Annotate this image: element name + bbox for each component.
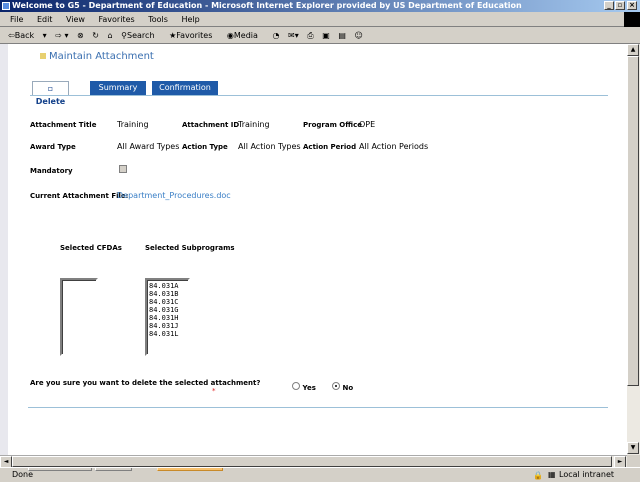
radio-yes-label: Yes [302,384,316,392]
attachment-file-label: Current Attachment File: [30,192,129,200]
attachment-id-label: Attachment ID [182,121,240,129]
page-heading: Maintain Attachment [40,51,154,62]
menu-favorites[interactable]: Favorites [99,15,135,24]
mandatory-checkbox[interactable] [119,165,127,173]
vertical-scrollbar[interactable]: ▲ ▼ [627,44,640,455]
status-text: Done [12,470,34,479]
menu-file[interactable]: File [10,15,23,24]
delete-confirm-question: Are you sure you want to delete the sele… [30,379,261,387]
ie-icon [2,2,10,10]
list-item[interactable]: 84.031A [149,282,186,290]
program-office-label: Program Office [303,121,362,129]
title-bar: Welcome to G5 - Department of Education … [0,0,640,12]
radio-no-label: No [342,384,354,392]
minimize-button[interactable]: _ [604,1,614,10]
favorites-label: Favorites [176,31,213,40]
tab-confirmation[interactable]: Confirmation [152,81,218,95]
lock-icon: 🔒 [533,471,543,480]
scroll-thumb[interactable] [627,56,639,386]
radio-yes-button[interactable] [292,382,300,390]
print-icon[interactable]: ⎙ [307,31,313,40]
list-item[interactable]: 84.031L [149,330,186,338]
attachment-id-value: Training [238,120,270,129]
action-type-label: Action Type [182,143,228,151]
action-period-label: Action Period [303,143,357,151]
home-icon[interactable]: ⌂ [108,31,113,40]
action-type-value: All Action Types [238,142,301,151]
tab-delete-label: Delete [35,97,66,106]
back-label: Back [14,31,35,40]
media-label: Media [233,31,258,40]
scroll-up-icon[interactable]: ▲ [627,44,639,56]
edit-icon[interactable]: ▣ [322,31,330,40]
required-marker: * [212,387,216,395]
cfdas-listbox[interactable] [60,278,98,356]
search-label: Search [127,31,155,40]
list-item[interactable]: 84.031H [149,314,186,322]
award-type-value: All Award Types [117,142,180,151]
list-item[interactable]: 84.031B [149,290,186,298]
refresh-icon[interactable]: ↻ [92,31,99,40]
menu-edit[interactable]: Edit [37,15,53,24]
award-type-label: Award Type [30,143,76,151]
tab-divider [30,95,608,96]
zone-label: Local intranet [559,470,615,479]
horizontal-scrollbar[interactable]: ◄ ► [0,455,627,468]
radio-yes[interactable]: Yes [292,382,316,392]
toolbar: ⇦Back ▾ ⇨ ▾ ⊗ ↻ ⌂ ⚲Search ★Favorites ◉Me… [0,27,640,44]
radio-no[interactable]: No [332,382,353,392]
program-office-value: OPE [359,120,376,129]
subprograms-listbox[interactable]: 84.031A 84.031B 84.031C 84.031G 84.031H … [145,278,190,356]
search-button[interactable]: ⚲Search [121,31,160,40]
page-content: Maintain Attachment ▫ Delete Summary Con… [0,44,627,471]
list-item[interactable]: 84.031J [149,322,186,330]
button-divider [28,407,608,408]
tab-summary[interactable]: Summary [90,81,146,95]
messenger-icon[interactable]: ☺ [354,31,362,40]
scroll-down-icon[interactable]: ▼ [627,442,639,454]
menu-view[interactable]: View [66,15,85,24]
mandatory-label: Mandatory [30,167,73,175]
windows-logo [624,12,640,27]
discuss-icon[interactable]: ▤ [338,31,346,40]
close-button[interactable]: × [627,1,637,10]
page-title: Maintain Attachment [49,51,154,62]
attachment-file-link[interactable]: Department_Procedures.doc [117,191,231,200]
favorites-button[interactable]: ★Favorites [169,31,218,40]
status-bar: Done 🔒 ▦ Local intranet [0,467,640,480]
mail-icon[interactable]: ✉▾ [288,31,299,40]
stop-icon[interactable]: ⊗ [77,31,84,40]
radio-no-button[interactable] [332,382,340,390]
media-button[interactable]: ◉Media [227,31,264,40]
window-title: Welcome to G5 - Department of Education … [12,1,522,10]
list-item[interactable]: 84.031C [149,298,186,306]
forward-button[interactable]: ⇨ ▾ [55,31,68,40]
hscroll-thumb[interactable] [12,456,612,467]
action-period-value: All Action Periods [359,142,429,151]
list-item[interactable]: 84.031G [149,306,186,314]
back-button[interactable]: ⇦Back ▾ [8,31,47,40]
subprograms-label: Selected Subprograms [145,244,235,252]
attachment-title-label: Attachment Title [30,121,97,129]
tab-delete[interactable]: ▫ Delete [32,81,69,106]
intranet-icon: ▦ [548,470,556,479]
attachment-title-value: Training [117,120,149,129]
history-icon[interactable]: ◔ [272,31,279,40]
heading-bullet-icon [40,53,46,59]
cfdas-label: Selected CFDAs [60,244,122,252]
menu-help[interactable]: Help [181,15,199,24]
menu-bar: File Edit View Favorites Tools Help [0,12,640,27]
menu-tools[interactable]: Tools [148,15,168,24]
maximize-button[interactable]: ▫ [615,1,625,10]
